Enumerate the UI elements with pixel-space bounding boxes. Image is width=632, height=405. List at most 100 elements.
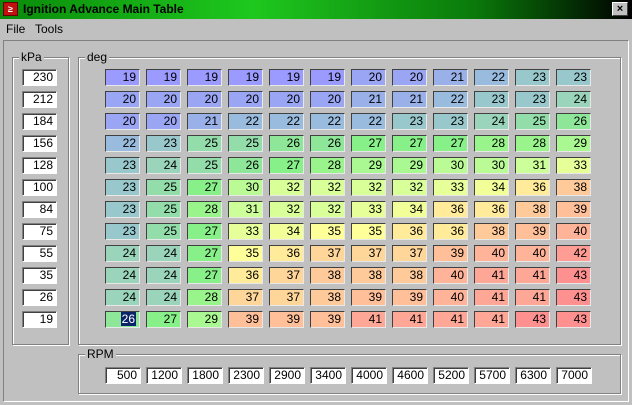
table-cell[interactable]: 29 — [392, 157, 427, 174]
table-cell[interactable]: 29 — [187, 311, 222, 328]
table-cell[interactable]: 37 — [269, 289, 304, 306]
table-cell[interactable]: 33 — [433, 179, 468, 196]
kpa-input[interactable]: 26 — [22, 289, 57, 306]
rpm-input[interactable]: 4600 — [392, 367, 428, 384]
table-cell[interactable]: 43 — [556, 311, 591, 328]
table-cell[interactable]: 23 — [433, 113, 468, 130]
table-cell[interactable]: 35 — [228, 245, 263, 262]
table-cell[interactable]: 37 — [269, 267, 304, 284]
table-cell[interactable]: 21 — [433, 69, 468, 86]
table-cell[interactable]: 30 — [228, 179, 263, 196]
table-cell[interactable]: 31 — [228, 201, 263, 218]
menu-file[interactable]: File — [6, 22, 25, 36]
table-cell[interactable]: 39 — [515, 223, 550, 240]
table-cell[interactable]: 30 — [474, 157, 509, 174]
rpm-input[interactable]: 6300 — [515, 367, 551, 384]
rpm-input[interactable]: 2900 — [269, 367, 305, 384]
table-cell[interactable]: 24 — [105, 267, 140, 284]
table-cell[interactable]: 22 — [433, 91, 468, 108]
table-cell[interactable]: 39 — [310, 311, 345, 328]
table-cell[interactable]: 22 — [351, 113, 386, 130]
table-cell[interactable]: 36 — [433, 223, 468, 240]
table-cell[interactable]: 25 — [187, 157, 222, 174]
table-cell[interactable]: 19 — [228, 69, 263, 86]
table-cell[interactable]: 39 — [269, 311, 304, 328]
rpm-input[interactable]: 1800 — [187, 367, 223, 384]
table-cell[interactable]: 32 — [310, 201, 345, 218]
table-cell[interactable]: 40 — [515, 245, 550, 262]
rpm-input[interactable]: 500 — [105, 367, 141, 384]
table-cell[interactable]: 32 — [269, 179, 304, 196]
table-cell[interactable]: 23 — [515, 91, 550, 108]
table-cell[interactable]: 27 — [187, 267, 222, 284]
table-cell[interactable]: 23 — [105, 223, 140, 240]
table-cell[interactable]: 19 — [269, 69, 304, 86]
table-cell[interactable]: 32 — [310, 179, 345, 196]
table-cell[interactable]: 32 — [351, 179, 386, 196]
table-cell[interactable]: 34 — [392, 201, 427, 218]
table-cell[interactable]: 41 — [474, 289, 509, 306]
table-cell[interactable]: 27 — [433, 135, 468, 152]
kpa-input[interactable]: 55 — [22, 245, 57, 262]
table-cell[interactable]: 22 — [474, 69, 509, 86]
table-cell[interactable]: 21 — [351, 91, 386, 108]
table-cell[interactable]: 23 — [146, 135, 181, 152]
table-cell[interactable]: 35 — [310, 223, 345, 240]
table-cell[interactable]: 29 — [351, 157, 386, 174]
rpm-input[interactable]: 7000 — [556, 367, 592, 384]
table-cell[interactable]: 20 — [269, 91, 304, 108]
rpm-input[interactable]: 5700 — [474, 367, 510, 384]
rpm-input[interactable]: 3400 — [310, 367, 346, 384]
table-cell[interactable]: 43 — [515, 311, 550, 328]
table-cell[interactable]: 37 — [228, 289, 263, 306]
table-cell[interactable]: 42 — [556, 245, 591, 262]
table-cell[interactable]: 33 — [228, 223, 263, 240]
table-cell[interactable]: 21 — [187, 113, 222, 130]
table-cell[interactable]: 27 — [351, 135, 386, 152]
table-cell[interactable]: 34 — [474, 179, 509, 196]
kpa-input[interactable]: 230 — [22, 69, 57, 86]
table-cell[interactable]: 41 — [351, 311, 386, 328]
table-cell[interactable]: 19 — [146, 69, 181, 86]
kpa-input[interactable]: 75 — [22, 223, 57, 240]
kpa-input[interactable]: 100 — [22, 179, 57, 196]
table-cell[interactable]: 40 — [433, 267, 468, 284]
table-cell[interactable]: 19 — [105, 69, 140, 86]
table-cell[interactable]: 28 — [187, 289, 222, 306]
table-cell[interactable]: 20 — [105, 113, 140, 130]
table-cell[interactable]: 24 — [105, 289, 140, 306]
table-cell[interactable]: 24 — [146, 157, 181, 174]
table-cell[interactable]: 28 — [515, 135, 550, 152]
table-cell[interactable]: 20 — [146, 113, 181, 130]
table-cell[interactable]: 41 — [515, 289, 550, 306]
table-cell[interactable]: 38 — [556, 179, 591, 196]
table-cell[interactable]: 41 — [433, 311, 468, 328]
table-cell[interactable]: 39 — [228, 311, 263, 328]
table-cell[interactable]: 20 — [228, 91, 263, 108]
table-cell[interactable]: 22 — [228, 113, 263, 130]
table-cell[interactable]: 23 — [105, 179, 140, 196]
table-cell[interactable]: 20 — [392, 69, 427, 86]
table-cell[interactable]: 26 — [228, 157, 263, 174]
table-cell[interactable]: 37 — [351, 245, 386, 262]
kpa-input[interactable]: 84 — [22, 201, 57, 218]
table-cell[interactable]: 36 — [228, 267, 263, 284]
kpa-input[interactable]: 212 — [22, 91, 57, 108]
table-cell[interactable]: 25 — [187, 135, 222, 152]
table-cell[interactable]: 27 — [187, 245, 222, 262]
table-cell[interactable]: 20 — [310, 91, 345, 108]
table-cell[interactable]: 25 — [146, 201, 181, 218]
table-cell[interactable]: 25 — [228, 135, 263, 152]
rpm-input[interactable]: 4000 — [351, 367, 387, 384]
table-cell[interactable]: 38 — [474, 223, 509, 240]
table-cell[interactable]: 25 — [515, 113, 550, 130]
table-cell[interactable]: 27 — [269, 157, 304, 174]
table-cell[interactable]: 37 — [392, 245, 427, 262]
table-cell[interactable]: 24 — [146, 245, 181, 262]
table-cell[interactable]: 25 — [146, 223, 181, 240]
table-cell[interactable]: 23 — [474, 91, 509, 108]
table-cell[interactable]: 38 — [515, 201, 550, 218]
rpm-input[interactable]: 5200 — [433, 367, 469, 384]
table-cell[interactable]: 38 — [351, 267, 386, 284]
table-cell[interactable]: 39 — [392, 289, 427, 306]
